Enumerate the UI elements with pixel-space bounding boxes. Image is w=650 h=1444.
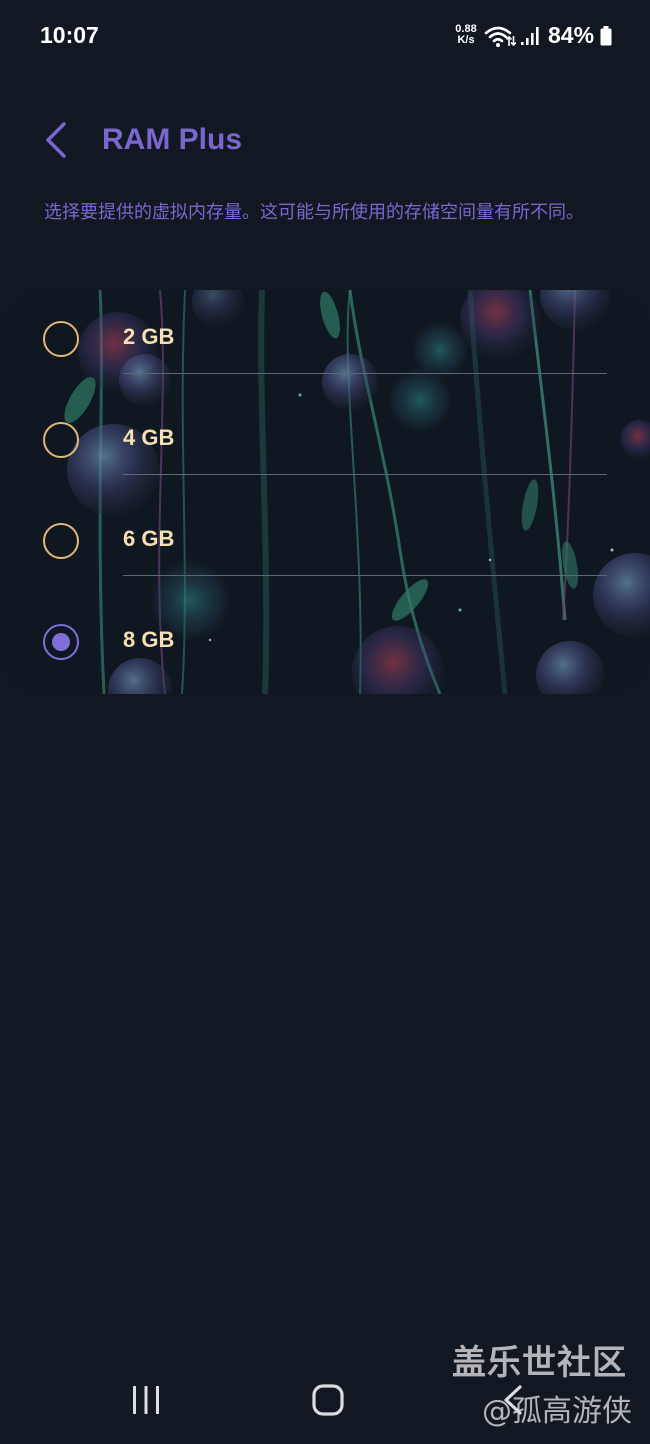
option-label-6gb: 6 GB: [123, 526, 175, 551]
divider: [123, 373, 607, 374]
battery-icon: [600, 26, 612, 46]
signal-icon: [521, 27, 539, 45]
option-8gb[interactable]: 8 GB: [0, 593, 650, 694]
divider: [123, 575, 607, 576]
divider: [123, 474, 607, 475]
radio-button-8gb[interactable]: [43, 624, 79, 660]
option-label-2gb: 2 GB: [123, 324, 175, 349]
navigation-bar: [0, 1364, 650, 1444]
option-label-8gb: 8 GB: [123, 627, 175, 652]
status-time: 10:07: [40, 22, 99, 48]
header: RAM Plus: [0, 110, 650, 174]
radio-button-2gb[interactable]: [43, 321, 79, 357]
option-6gb[interactable]: 6 GB: [0, 492, 650, 593]
status-bar: 10:07 0.88 K/s 84%: [0, 0, 650, 72]
ram-options-card: 2 GB 4 GB 6 GB 8 GB: [0, 290, 650, 694]
option-label-4gb: 4 GB: [123, 425, 175, 450]
page-title: RAM Plus: [102, 123, 243, 156]
back-button[interactable]: [30, 110, 84, 170]
wifi-icon: [484, 26, 516, 47]
radio-button-4gb[interactable]: [43, 422, 79, 458]
option-2gb[interactable]: 2 GB: [0, 290, 650, 391]
description-text: 选择要提供的虚拟内存量。这可能与所使用的存储空间量有所不同。: [44, 202, 584, 223]
chevron-left-icon: [46, 122, 66, 158]
recent-apps-icon[interactable]: [128, 1382, 164, 1418]
network-speed: 0.88 K/s: [452, 24, 480, 46]
radio-selected-dot: [52, 633, 70, 651]
back-icon[interactable]: [496, 1382, 532, 1418]
home-icon[interactable]: [310, 1382, 346, 1418]
option-4gb[interactable]: 4 GB: [0, 391, 650, 492]
radio-button-6gb[interactable]: [43, 523, 79, 559]
battery-percentage: 84%: [548, 22, 595, 48]
network-speed-unit: K/s: [457, 34, 475, 46]
